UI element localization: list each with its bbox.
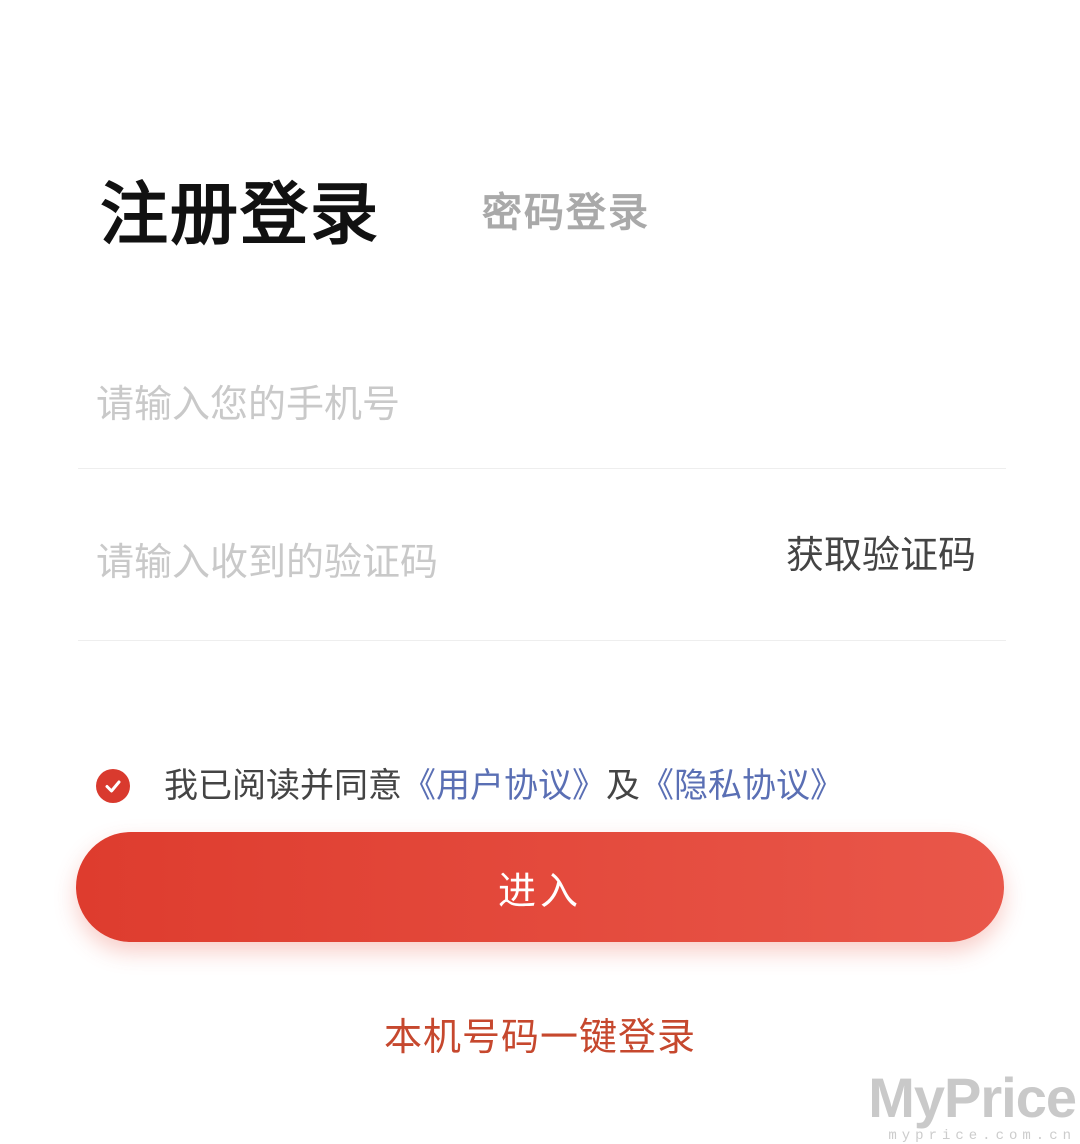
login-page: 注册登录 密码登录 获取验证码 我已阅读并同意《用户协议》及《隐私协议》 进入 … (0, 0, 1080, 1144)
phone-field-row (78, 340, 1006, 469)
tab-password-login[interactable]: 密码登录 (482, 188, 650, 238)
agreement-text: 我已阅读并同意《用户协议》及《隐私协议》 (164, 762, 844, 810)
checkmark-icon (105, 780, 121, 793)
agreement-prefix: 我已阅读并同意 (164, 766, 402, 806)
tab-register-login[interactable]: 注册登录 (100, 176, 380, 256)
check-circle-icon[interactable] (96, 769, 130, 803)
code-field-row: 获取验证码 (78, 492, 1006, 641)
watermark-url: myprice.com.cn (888, 1128, 1076, 1144)
agreement-conjunction: 及 (606, 766, 640, 806)
get-code-button[interactable]: 获取验证码 (786, 530, 976, 580)
one-key-login-link[interactable]: 本机号码一键登录 (0, 1012, 1080, 1062)
privacy-agreement-link[interactable]: 《隐私协议》 (640, 766, 844, 806)
enter-button[interactable]: 进入 (76, 832, 1004, 942)
user-agreement-link[interactable]: 《用户协议》 (402, 766, 606, 806)
agreement-row: 我已阅读并同意《用户协议》及《隐私协议》 (96, 762, 844, 810)
phone-input[interactable] (96, 340, 976, 468)
verification-code-input[interactable] (96, 492, 736, 632)
watermark-brand: MyPrice (868, 1066, 1077, 1129)
watermark: MyPrice myprice.com.cn (868, 1066, 1077, 1144)
